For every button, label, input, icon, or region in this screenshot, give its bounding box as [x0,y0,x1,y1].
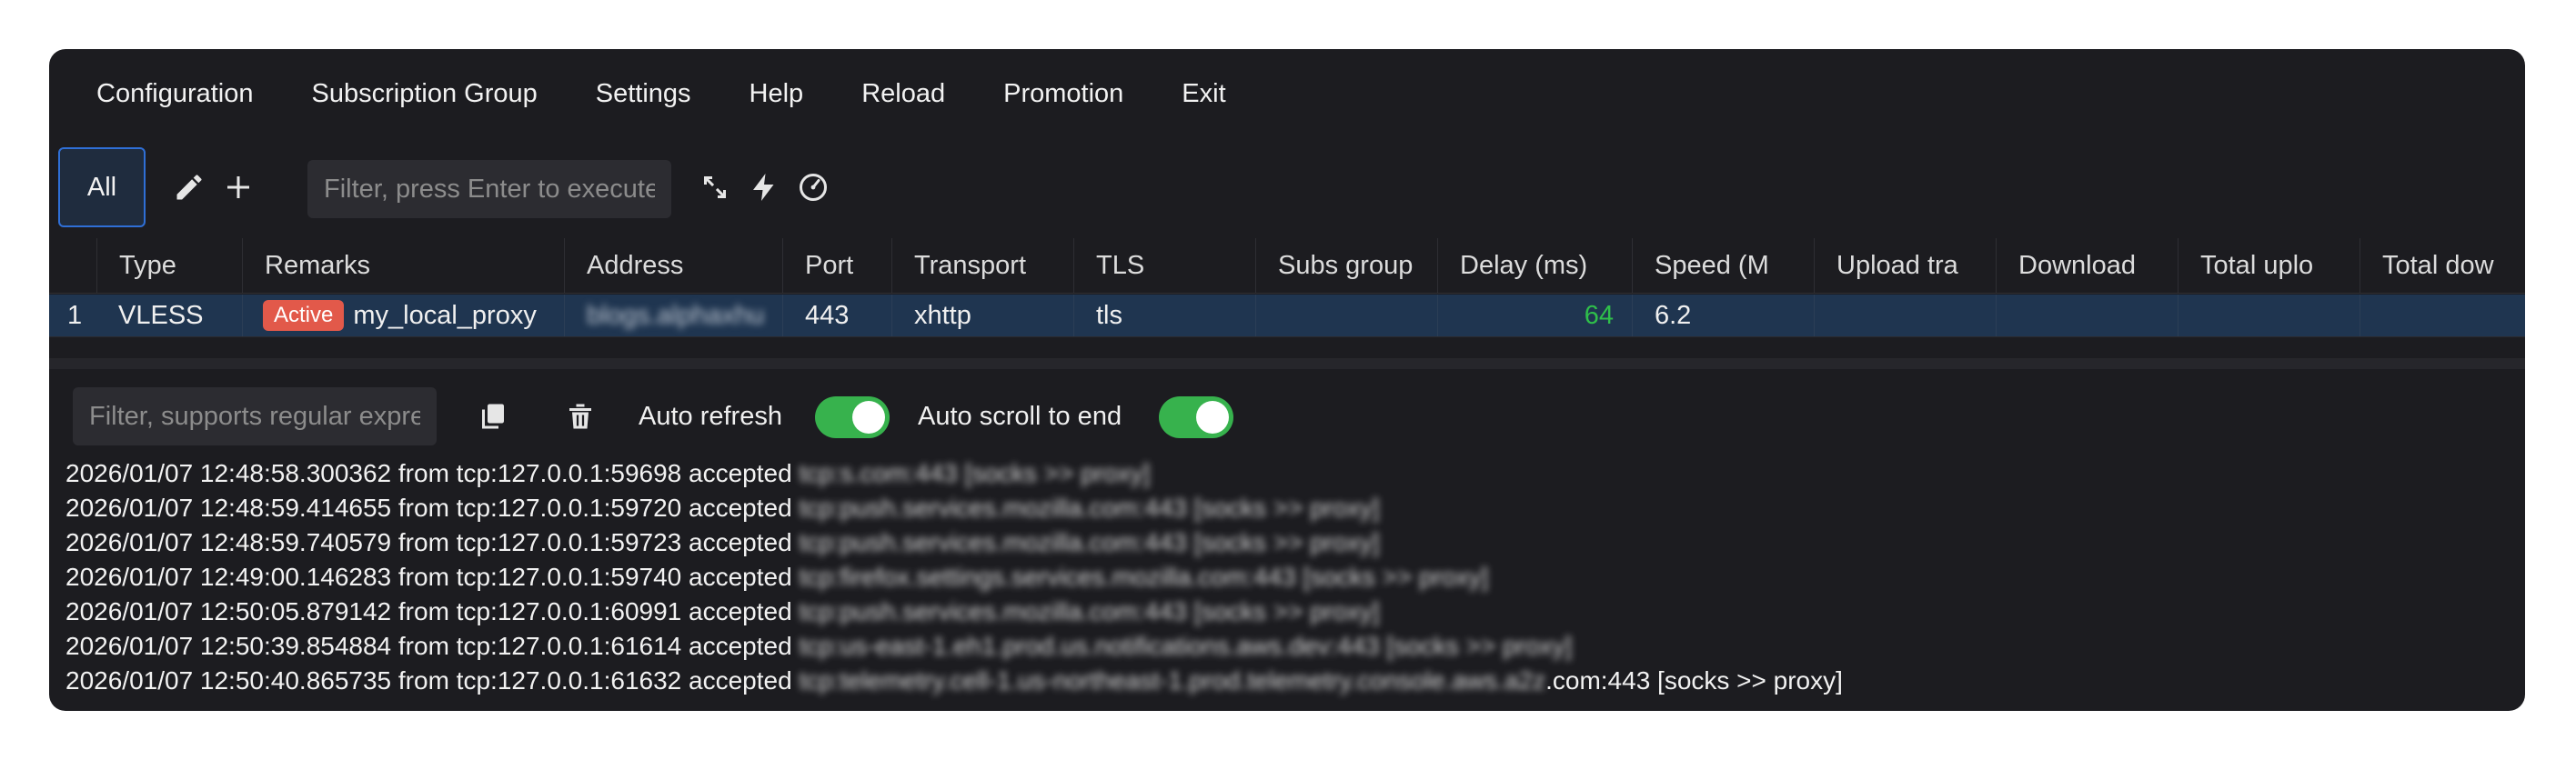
expand-icon[interactable] [695,167,735,207]
header-index [49,238,96,293]
menu-subscription-group[interactable]: Subscription Group [312,79,538,109]
header-speed[interactable]: Speed (M [1632,238,1814,293]
remarks-text: my_local_proxy [353,300,537,330]
row-total-upload [2178,295,2360,336]
add-icon[interactable] [218,167,258,207]
header-total-download[interactable]: Total dow [2360,238,2525,293]
row-total-download [2360,295,2525,336]
menu-bar: Configuration Subscription Group Setting… [49,49,2525,138]
copy-icon[interactable] [473,396,513,436]
header-type[interactable]: Type [96,238,242,293]
menu-settings[interactable]: Settings [596,79,691,109]
header-delay[interactable]: Delay (ms) [1437,238,1632,293]
server-toolbar: All [49,147,2525,231]
menu-promotion[interactable]: Promotion [1003,79,1123,109]
row-delay: 64 [1437,295,1632,336]
toggle-knob [852,401,885,434]
flash-icon[interactable] [744,167,784,207]
row-speed: 6.2 [1632,295,1814,336]
log-line: 2026/01/07 12:48:59.414655 from tcp:127.… [65,494,1380,522]
menu-reload[interactable]: Reload [861,79,945,109]
menu-configuration[interactable]: Configuration [96,79,254,109]
header-download[interactable]: Download [1996,238,2178,293]
server-filter-input[interactable] [307,160,671,218]
header-tls[interactable]: TLS [1073,238,1255,293]
server-table-header: Type Remarks Address Port Transport TLS … [49,238,2525,294]
edit-icon[interactable] [169,167,209,207]
table-row[interactable]: 1 VLESS Active my_local_proxy blogs.alph… [49,295,2525,337]
log-line: 2026/01/07 12:50:40.865735 from tcp:127.… [65,666,1843,695]
speedometer-icon[interactable] [793,167,833,207]
log-filter-input[interactable] [73,387,437,445]
menu-help[interactable]: Help [750,79,804,109]
auto-scroll-toggle[interactable] [1159,396,1233,438]
log-line: 2026/01/07 12:50:05.879142 from tcp:127.… [65,597,1380,625]
row-address: blogs.alphaxhu [564,295,782,336]
status-badge: Active [263,300,345,331]
header-transport[interactable]: Transport [891,238,1073,293]
log-line: 2026/01/07 12:50:39.854884 from tcp:127.… [65,632,1573,660]
header-remarks[interactable]: Remarks [242,238,564,293]
row-remarks: Active my_local_proxy [242,295,564,336]
auto-refresh-label: Auto refresh [639,401,782,431]
toggle-knob [1196,401,1229,434]
panel-splitter[interactable] [49,358,2525,369]
log-line: 2026/01/07 12:48:59.740579 from tcp:127.… [65,528,1380,556]
row-subs-group [1255,295,1437,336]
address-text: blogs.alphaxhu [587,300,765,330]
log-line: 2026/01/07 12:49:00.146283 from tcp:127.… [65,563,1489,591]
log-toolbar: Auto refresh Auto scroll to end [49,375,2525,456]
group-tab-all[interactable]: All [58,147,146,227]
row-index: 1 [67,300,83,330]
header-subs-group[interactable]: Subs group [1255,238,1437,293]
header-total-upload[interactable]: Total uplo [2178,238,2360,293]
auto-refresh-toggle[interactable] [815,396,890,438]
auto-scroll-label: Auto scroll to end [918,401,1122,431]
row-tls: tls [1073,295,1255,336]
row-download [1996,295,2178,336]
log-line: 2026/01/07 12:48:58.300362 from tcp:127.… [65,459,1151,487]
app-window: Configuration Subscription Group Setting… [49,49,2525,711]
menu-exit[interactable]: Exit [1182,79,1225,109]
header-upload-traffic[interactable]: Upload tra [1814,238,1996,293]
trash-icon[interactable] [560,396,600,436]
row-upload-traffic [1814,295,1996,336]
row-type: VLESS [118,300,204,330]
header-port[interactable]: Port [782,238,891,293]
row-transport: xhttp [891,295,1073,336]
row-port: 443 [782,295,891,336]
log-output[interactable]: 2026/01/07 12:48:58.300362 from tcp:127.… [65,456,2525,711]
header-address[interactable]: Address [564,238,782,293]
